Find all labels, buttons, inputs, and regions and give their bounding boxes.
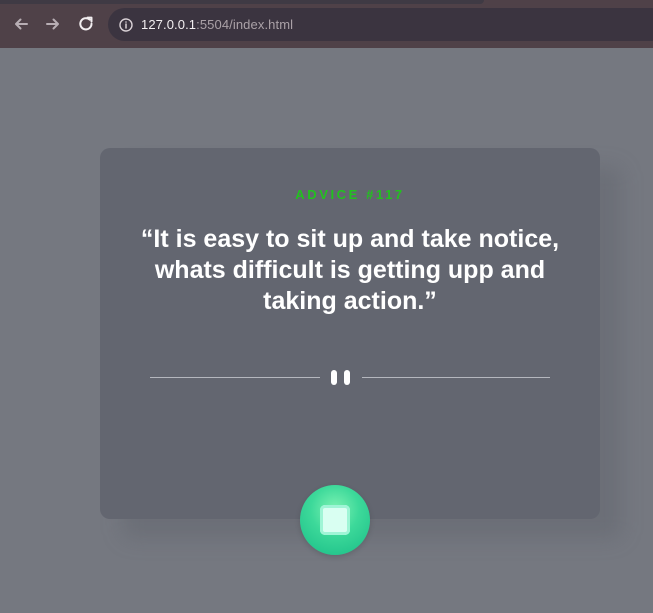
advice-id-label: ADVICE #117 (295, 187, 405, 202)
url-text[interactable]: 127.0.0.1:5504/index.html (141, 17, 293, 32)
info-circle-icon[interactable] (119, 17, 133, 32)
pause-bar-left (331, 370, 337, 385)
browser-toolbar: 127.0.0.1:5504/index.html (0, 0, 653, 48)
dice-icon (320, 505, 350, 535)
advice-quote: “It is easy to sit up and take notice, w… (140, 225, 560, 315)
address-bar[interactable]: 127.0.0.1:5504/index.html (108, 8, 653, 41)
arrow-left-icon (15, 18, 28, 30)
url-host: 127.0.0.1 (141, 17, 197, 32)
url-path: :5504/index.html (196, 17, 294, 32)
back-button[interactable] (9, 12, 33, 36)
pause-icon (329, 370, 352, 385)
divider-right (362, 377, 550, 378)
arrow-right-icon (46, 18, 59, 30)
advice-card: ADVICE #117 “It is easy to sit up and ta… (100, 148, 600, 519)
divider-left (150, 377, 320, 378)
new-advice-button[interactable] (300, 485, 370, 555)
pause-bar-right (344, 370, 350, 385)
reload-button[interactable] (74, 12, 98, 36)
tab-strip (0, 0, 484, 4)
forward-button[interactable] (41, 12, 65, 36)
reload-icon (79, 16, 93, 31)
